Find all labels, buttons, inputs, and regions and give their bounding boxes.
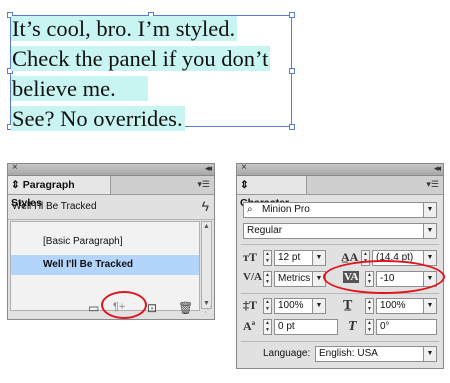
- font-size-field[interactable]: 12 pt ▼: [274, 250, 326, 266]
- panel-titlebar[interactable]: × ◂◂: [237, 162, 443, 176]
- chevron-down-icon[interactable]: ▼: [312, 251, 325, 265]
- font-style-value: Regular: [247, 225, 283, 236]
- font-family-row: ⌕ Minion Pro ▼: [243, 202, 437, 218]
- lightning-icon[interactable]: ϟ: [202, 198, 209, 214]
- frame-handle-mr[interactable]: [289, 68, 295, 74]
- text-line: See? No overrides.: [11, 106, 185, 131]
- font-family-field[interactable]: ⌕ Minion Pro ▼: [243, 202, 437, 218]
- frame-handle-br[interactable]: [289, 124, 295, 130]
- divider: [241, 244, 439, 245]
- tab-arrows-icon: ⇕: [240, 179, 249, 191]
- skew-field[interactable]: 0°: [376, 319, 437, 335]
- font-style-row: Regular ▼: [243, 223, 437, 239]
- chevron-down-icon[interactable]: ▼: [312, 299, 325, 313]
- language-select[interactable]: English: USA ▼: [315, 346, 437, 362]
- close-icon[interactable]: ×: [12, 162, 18, 174]
- panel-menu-icon[interactable]: ▾☰: [426, 179, 439, 190]
- chevron-down-icon[interactable]: ▼: [423, 203, 436, 217]
- chevron-down-icon[interactable]: ▼: [423, 299, 436, 313]
- skew-icon: T: [348, 319, 357, 334]
- tab-arrows-icon: ⇕: [11, 179, 20, 191]
- list-item-selected[interactable]: Well I'll Be Tracked: [11, 255, 199, 275]
- panel-titlebar[interactable]: × ◂◂: [8, 162, 214, 176]
- chevron-down-icon[interactable]: ▼: [423, 251, 436, 265]
- divider: [241, 341, 439, 342]
- new-style-icon[interactable]: ⊡: [147, 301, 157, 315]
- vertical-scale-field[interactable]: 100% ▼: [274, 298, 326, 314]
- horizontal-scale-stepper[interactable]: ▲ ▼: [365, 298, 374, 314]
- current-style-bar: Well I'll Be Tracked ϟ: [8, 195, 214, 220]
- annotation-circle: [323, 260, 445, 294]
- resize-icon[interactable]: ⋰: [204, 305, 212, 314]
- annotation-circle: [101, 291, 147, 319]
- tab-character[interactable]: ⇕ Character: [237, 176, 307, 209]
- language-label: Language:: [263, 348, 311, 359]
- horizontal-scale-icon: T̲: [343, 298, 353, 313]
- list-item[interactable]: [Basic Paragraph]: [11, 232, 199, 252]
- panel-tab-row: ⇕ Character ▾☰: [237, 176, 443, 209]
- vertical-scale-stepper[interactable]: ▲ ▼: [263, 298, 272, 314]
- baseline-shift-field[interactable]: 0 pt: [274, 319, 338, 335]
- scale-row: ‡T ▲ ▼ 100% ▼ T̲ ▲ ▼ 100% ▼: [243, 298, 437, 314]
- text-line: It’s cool, bro. I’m styled.: [11, 16, 238, 41]
- frame-handle-tr[interactable]: [289, 12, 295, 18]
- panel-tab-row: ⇕ Paragraph Styles ▾☰: [8, 176, 214, 209]
- text-line: Check the panel if you don’t: [11, 46, 271, 71]
- baseline-skew-row: Aª ▲ ▼ 0 pt T ▲ ▼ 0°: [243, 319, 437, 335]
- baseline-shift-icon: Aª: [243, 319, 256, 333]
- font-style-field[interactable]: Regular ▼: [243, 223, 437, 239]
- vertical-scale-icon: ‡T: [243, 298, 258, 312]
- divider: [241, 293, 439, 294]
- kerning-stepper[interactable]: ▲ ▼: [263, 271, 272, 287]
- panel-menu-icon[interactable]: ▾☰: [197, 179, 210, 190]
- baseline-stepper[interactable]: ▲ ▼: [263, 319, 272, 335]
- search-icon: ⌕: [247, 204, 253, 215]
- scroll-up-icon[interactable]: ▲: [202, 223, 211, 230]
- scrollbar[interactable]: ▲ ▼: [201, 221, 212, 309]
- current-style-name: Well I'll Be Tracked: [12, 201, 97, 212]
- kerning-field[interactable]: Metrics ▼: [274, 271, 326, 287]
- close-icon[interactable]: ×: [241, 162, 247, 174]
- text-line: believe me.: [11, 74, 148, 104]
- kerning-icon: V/A: [243, 271, 262, 283]
- chevron-down-icon[interactable]: ▼: [423, 347, 436, 361]
- font-family-value: Minion Pro: [262, 204, 310, 215]
- size-stepper[interactable]: ▲ ▼: [263, 250, 272, 266]
- tab-paragraph-styles[interactable]: ⇕ Paragraph Styles: [8, 176, 111, 209]
- trash-icon[interactable]: 🗑: [178, 301, 193, 315]
- new-group-icon[interactable]: ▭: [88, 301, 99, 315]
- collapse-icon[interactable]: ◂◂: [434, 162, 441, 174]
- skew-stepper[interactable]: ▲ ▼: [365, 319, 374, 335]
- chevron-down-icon[interactable]: ▼: [423, 224, 436, 238]
- collapse-icon[interactable]: ◂◂: [205, 162, 212, 174]
- font-size-icon: тT: [243, 250, 257, 264]
- horizontal-scale-field[interactable]: 100% ▼: [376, 298, 437, 314]
- language-row: Language: English: USA ▼: [243, 346, 437, 362]
